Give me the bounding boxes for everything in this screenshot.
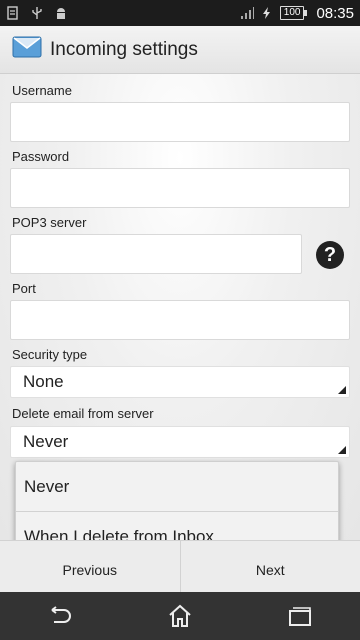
help-button[interactable]: ?: [316, 241, 344, 269]
signal-icon: [240, 6, 254, 20]
recent-apps-button[interactable]: [282, 598, 318, 634]
previous-button[interactable]: Previous: [0, 541, 180, 592]
clock: 08:35: [316, 4, 354, 22]
dropdown-arrow-icon: [338, 386, 346, 394]
recent-apps-icon: [289, 607, 311, 626]
port-field[interactable]: [10, 300, 350, 340]
delete-email-select[interactable]: Never: [10, 426, 350, 458]
password-label: Password: [12, 149, 70, 164]
pop3-server-field[interactable]: [10, 234, 302, 274]
button-bar: Previous Next: [0, 540, 360, 592]
android-icon: [54, 6, 68, 20]
action-bar: Incoming settings: [0, 26, 360, 74]
help-icon: ?: [323, 244, 337, 266]
next-button[interactable]: Next: [179, 541, 360, 592]
port-label: Port: [12, 281, 36, 296]
back-icon: [51, 606, 71, 623]
security-type-label: Security type: [12, 347, 88, 362]
dropdown-arrow-icon: [338, 446, 346, 454]
username-label: Username: [12, 83, 72, 98]
navigation-bar: [0, 592, 360, 640]
charging-icon: [260, 6, 274, 20]
home-icon: [169, 604, 191, 627]
delete-email-value: Never: [23, 432, 69, 451]
delete-email-label: Delete email from server: [12, 406, 154, 421]
pop3-server-label: POP3 server: [12, 215, 87, 230]
email-icon: [12, 36, 42, 63]
home-button[interactable]: [162, 598, 198, 634]
usb-icon: [30, 6, 44, 20]
page-title: Incoming settings: [50, 38, 198, 60]
back-button[interactable]: [42, 598, 78, 634]
battery-level: 100: [279, 6, 308, 20]
username-field[interactable]: [10, 102, 350, 142]
security-type-select[interactable]: None: [10, 366, 350, 398]
notification-icon: [6, 6, 20, 20]
security-type-value: None: [23, 372, 64, 391]
status-bar: 100 08:35: [0, 0, 360, 26]
dropdown-option-never[interactable]: Never: [16, 462, 338, 511]
password-field[interactable]: [10, 168, 350, 208]
